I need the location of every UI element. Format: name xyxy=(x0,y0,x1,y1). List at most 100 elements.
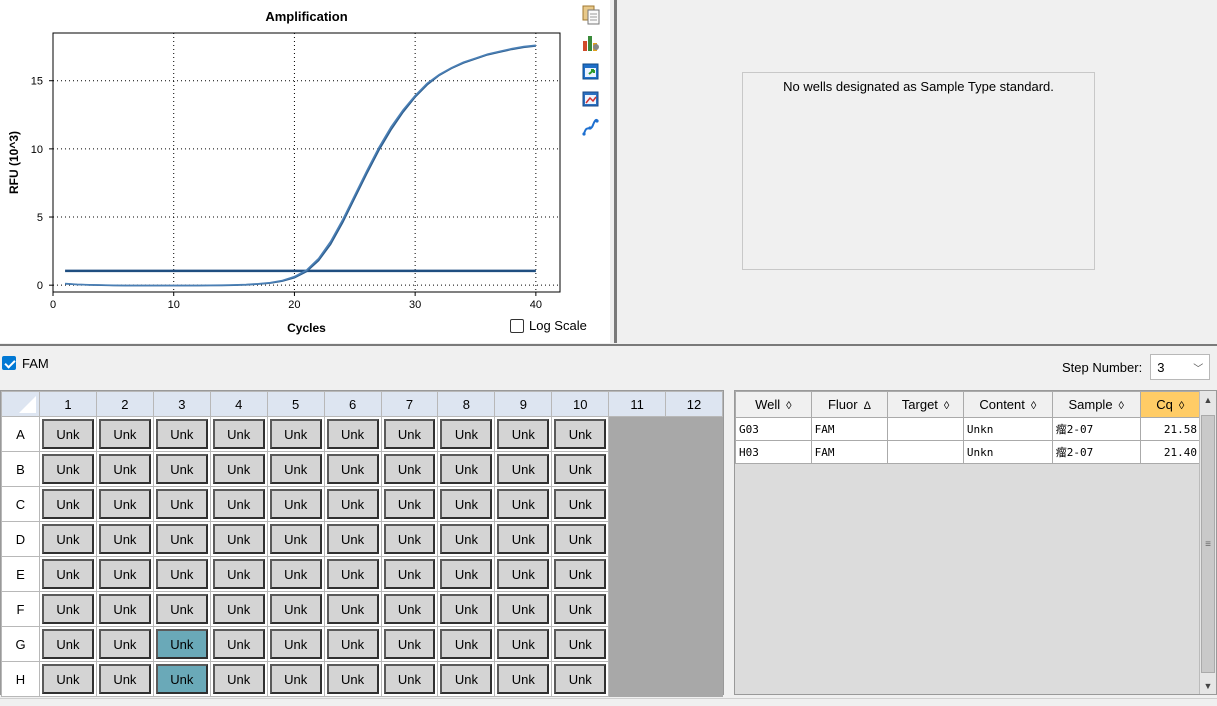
cell-fluor[interactable]: FAM xyxy=(810,417,889,441)
well-E7[interactable]: Unk xyxy=(383,559,436,589)
well-G2[interactable]: Unk xyxy=(98,629,151,659)
well-B5[interactable]: Unk xyxy=(269,454,322,484)
well-A2[interactable]: Unk xyxy=(98,419,151,449)
plate-column-header[interactable]: 11 xyxy=(608,391,667,417)
well-A8[interactable]: Unk xyxy=(440,419,493,449)
well-G8[interactable]: Unk xyxy=(440,629,493,659)
well-F4[interactable]: Unk xyxy=(212,594,265,624)
well-A1[interactable]: Unk xyxy=(42,419,94,449)
well-C9[interactable]: Unk xyxy=(497,489,550,519)
export-icon[interactable] xyxy=(580,60,602,82)
well-F10[interactable]: Unk xyxy=(554,594,607,624)
plate-column-header[interactable]: 2 xyxy=(95,391,154,417)
well-G1[interactable]: Unk xyxy=(42,629,94,659)
empty-well[interactable] xyxy=(608,521,667,557)
well-G3[interactable]: Unk xyxy=(155,629,208,659)
well-C2[interactable]: Unk xyxy=(98,489,151,519)
well-F3[interactable]: Unk xyxy=(155,594,208,624)
well-B3[interactable]: Unk xyxy=(155,454,208,484)
plate-column-header[interactable]: 7 xyxy=(380,391,439,417)
column-header-target[interactable]: Target ◊ xyxy=(887,391,964,418)
well-E5[interactable]: Unk xyxy=(269,559,322,589)
well-D8[interactable]: Unk xyxy=(440,524,493,554)
well-G6[interactable]: Unk xyxy=(326,629,379,659)
well-B7[interactable]: Unk xyxy=(383,454,436,484)
well-B4[interactable]: Unk xyxy=(212,454,265,484)
sort-icon[interactable]: ◊ xyxy=(1119,400,1124,412)
column-header-fluor[interactable]: Fluor Δ xyxy=(810,391,889,418)
plate-row-header[interactable]: C xyxy=(1,486,40,522)
plate-row-header[interactable]: G xyxy=(1,626,40,662)
plate-column-header[interactable]: 10 xyxy=(551,391,610,417)
plate-row-header[interactable]: A xyxy=(1,416,40,452)
well-E9[interactable]: Unk xyxy=(497,559,550,589)
amplification-chart[interactable]: 0 10 20 30 40 0 5 10 15 Amplification Cycles RFU (1… xyxy=(0,0,576,343)
empty-well[interactable] xyxy=(608,591,667,627)
well-E6[interactable]: Unk xyxy=(326,559,379,589)
zoom-icon[interactable] xyxy=(580,88,602,110)
well-E3[interactable]: Unk xyxy=(155,559,208,589)
empty-well[interactable] xyxy=(665,486,723,522)
sort-icon[interactable]: ◊ xyxy=(1031,400,1036,412)
empty-well[interactable] xyxy=(665,556,723,592)
well-B6[interactable]: Unk xyxy=(326,454,379,484)
well-C7[interactable]: Unk xyxy=(383,489,436,519)
well-D5[interactable]: Unk xyxy=(269,524,322,554)
plot-area[interactable] xyxy=(52,32,561,293)
plate-column-header[interactable]: 9 xyxy=(494,391,553,417)
empty-well[interactable] xyxy=(665,521,723,557)
well-H2[interactable]: Unk xyxy=(98,664,151,694)
empty-well[interactable] xyxy=(665,661,723,697)
well-G7[interactable]: Unk xyxy=(383,629,436,659)
cell-cq[interactable]: 21.40 xyxy=(1139,440,1202,464)
plate-column-header[interactable]: 6 xyxy=(323,391,382,417)
plate-row-header[interactable]: E xyxy=(1,556,40,592)
scroll-down-icon[interactable]: ▼ xyxy=(1200,677,1216,694)
well-G9[interactable]: Unk xyxy=(497,629,550,659)
well-F5[interactable]: Unk xyxy=(269,594,322,624)
well-C5[interactable]: Unk xyxy=(269,489,322,519)
well-C4[interactable]: Unk xyxy=(212,489,265,519)
well-H1[interactable]: Unk xyxy=(42,664,94,694)
cell-fluor[interactable]: FAM xyxy=(810,440,889,464)
plate-column-header[interactable]: 3 xyxy=(152,391,211,417)
well-F6[interactable]: Unk xyxy=(326,594,379,624)
scroll-thumb[interactable]: ≡ xyxy=(1201,415,1215,673)
well-G4[interactable]: Unk xyxy=(212,629,265,659)
results-scrollbar[interactable]: ▲ ≡ ▼ xyxy=(1199,391,1216,694)
cell-content[interactable]: Unkn xyxy=(962,440,1053,464)
fam-checkbox[interactable] xyxy=(2,356,16,370)
empty-well[interactable] xyxy=(608,451,667,487)
column-header-content[interactable]: Content ◊ xyxy=(962,391,1053,418)
cell-content[interactable]: Unkn xyxy=(962,417,1053,441)
column-header-sample[interactable]: Sample ◊ xyxy=(1051,391,1141,418)
well-F2[interactable]: Unk xyxy=(98,594,151,624)
table-row[interactable]: G03 FAM Unkn 瘤2-07 21.58 xyxy=(735,417,1202,441)
cell-well[interactable]: H03 xyxy=(735,440,812,464)
well-D2[interactable]: Unk xyxy=(98,524,151,554)
plate-row-header[interactable]: D xyxy=(1,521,40,557)
well-H6[interactable]: Unk xyxy=(326,664,379,694)
empty-well[interactable] xyxy=(608,626,667,662)
well-B1[interactable]: Unk xyxy=(42,454,94,484)
sort-icon[interactable]: ◊ xyxy=(786,400,791,412)
plate-select-all[interactable] xyxy=(1,391,40,417)
well-F7[interactable]: Unk xyxy=(383,594,436,624)
cell-target[interactable] xyxy=(887,440,964,464)
well-D6[interactable]: Unk xyxy=(326,524,379,554)
sort-icon[interactable]: ◊ xyxy=(1179,400,1184,412)
well-D4[interactable]: Unk xyxy=(212,524,265,554)
empty-well[interactable] xyxy=(665,591,723,627)
well-A6[interactable]: Unk xyxy=(326,419,379,449)
plate-row-header[interactable]: F xyxy=(1,591,40,627)
well-D10[interactable]: Unk xyxy=(554,524,607,554)
well-G5[interactable]: Unk xyxy=(269,629,322,659)
well-H4[interactable]: Unk xyxy=(212,664,265,694)
well-F1[interactable]: Unk xyxy=(42,594,94,624)
well-C10[interactable]: Unk xyxy=(554,489,607,519)
cell-cq[interactable]: 21.58 xyxy=(1139,417,1202,441)
sort-icon[interactable]: ◊ xyxy=(944,400,949,412)
log-scale-toggle[interactable]: Log Scale xyxy=(510,318,587,333)
plate-row-header[interactable]: B xyxy=(1,451,40,487)
well-B9[interactable]: Unk xyxy=(497,454,550,484)
